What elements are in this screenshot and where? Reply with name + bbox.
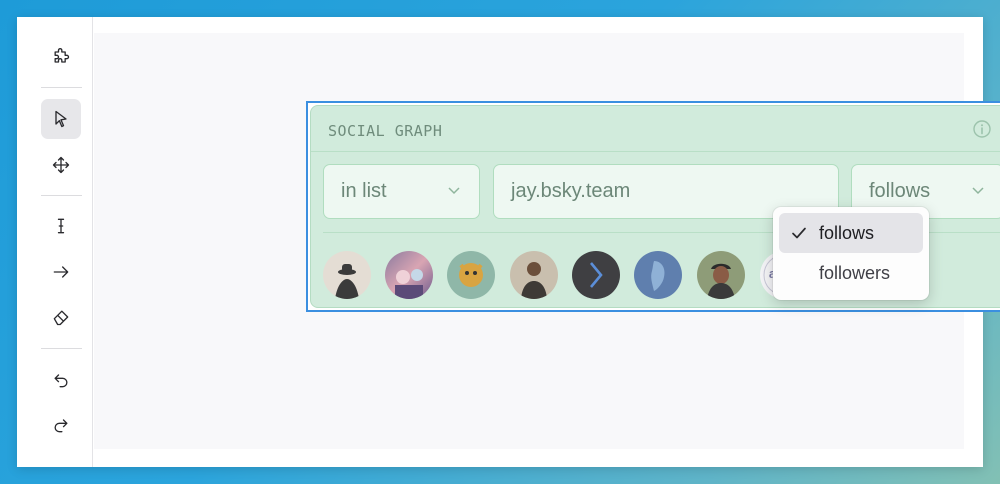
checkmark-icon <box>792 227 806 239</box>
person-cap-icon <box>707 263 735 299</box>
eraser-icon <box>53 310 69 326</box>
info-icon[interactable] <box>972 119 992 139</box>
pointer-icon <box>55 110 67 128</box>
toolbar-divider <box>41 195 82 196</box>
pan-tool-button[interactable] <box>41 145 81 185</box>
dropdown-option-followers[interactable]: followers <box>779 253 923 293</box>
list-filter-value: in list <box>341 180 387 202</box>
relation-dropdown-menu: follows followers <box>773 207 929 300</box>
toolbar-divider <box>41 87 82 88</box>
avatar-2[interactable] <box>385 251 433 299</box>
undo-button[interactable] <box>41 360 81 400</box>
list-filter-select[interactable]: in list <box>323 164 480 219</box>
redo-button[interactable] <box>41 405 81 445</box>
tool-sidebar <box>17 17 93 467</box>
chevron-down-icon <box>448 187 460 195</box>
option-label: followers <box>819 262 891 283</box>
avatar-4[interactable] <box>510 251 558 299</box>
move-icon <box>52 156 70 174</box>
avatar-3[interactable] <box>447 251 495 299</box>
person-silhouette-icon <box>335 264 359 299</box>
text-cursor-icon <box>57 218 65 234</box>
cartoon-avatar-icon <box>395 269 423 299</box>
card-title: SOCIAL GRAPH <box>328 122 443 140</box>
cat-avatar-icon <box>459 263 483 287</box>
chevron-logo-icon <box>590 262 603 288</box>
avatar-6[interactable] <box>634 251 682 299</box>
dropdown-option-follows[interactable]: follows <box>779 213 923 253</box>
chevron-down-icon <box>972 187 984 195</box>
option-label: follows <box>819 222 875 243</box>
redo-icon <box>54 419 68 433</box>
avatar-1[interactable] <box>323 251 371 299</box>
extension-tool-button[interactable] <box>41 37 81 77</box>
eraser-tool-button[interactable] <box>41 297 81 337</box>
toolbar-divider <box>41 348 82 349</box>
arrow-right-icon <box>53 266 69 278</box>
arrow-tool-button[interactable] <box>41 252 81 292</box>
text-tool-button[interactable] <box>41 206 81 246</box>
relation-select-value: follows <box>869 180 931 202</box>
profile-art-icon <box>651 261 665 291</box>
title-divider <box>311 151 1000 152</box>
person-photo-icon <box>521 262 547 299</box>
puzzle-icon <box>54 48 70 63</box>
handle-input-value: jay.bsky.team <box>511 180 631 202</box>
select-tool-button[interactable] <box>41 99 81 139</box>
undo-icon <box>54 374 68 388</box>
avatar-5[interactable] <box>572 251 620 299</box>
avatar-7[interactable] <box>697 251 745 299</box>
